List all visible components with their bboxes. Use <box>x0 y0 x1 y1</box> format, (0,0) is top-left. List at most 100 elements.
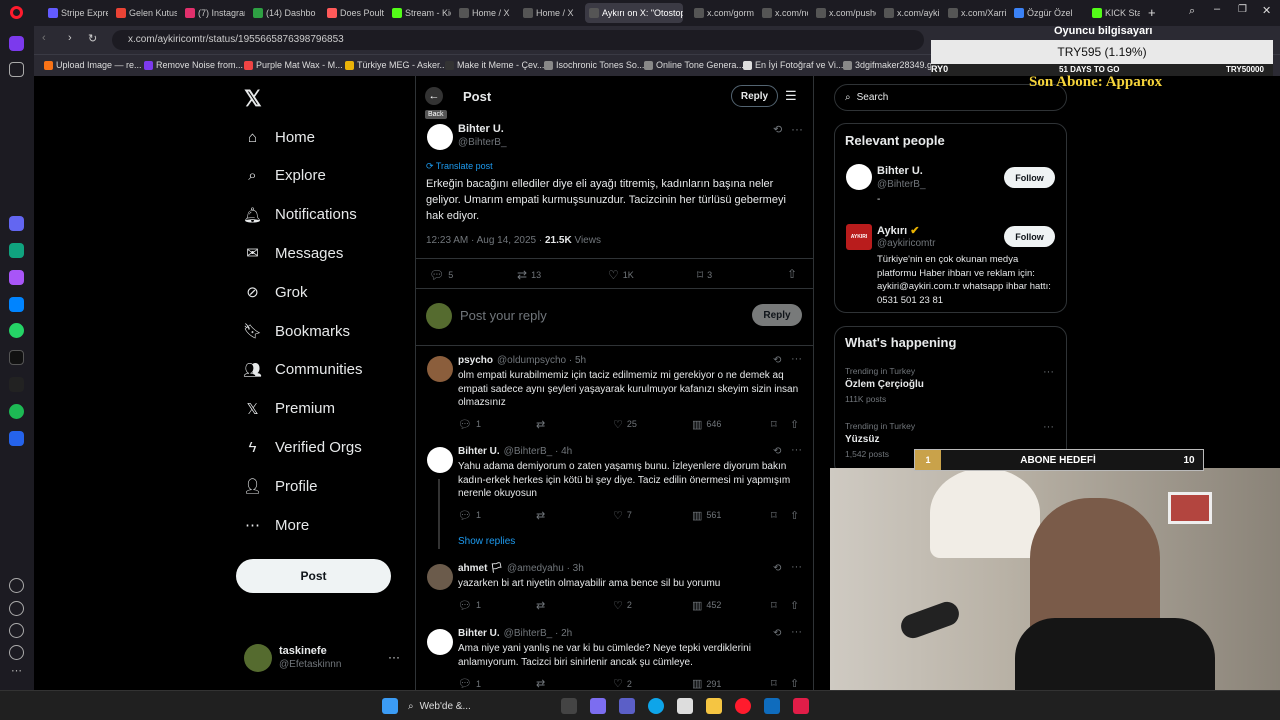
taskbar-search[interactable]: ⌕ Web'de &... <box>408 696 548 716</box>
heart-sidebar-icon[interactable] <box>9 578 24 593</box>
back-arrow-icon[interactable]: ‹ <box>42 32 46 44</box>
bookmark-item[interactable]: Upload Image — re... <box>44 60 142 70</box>
browser-tab[interactable]: (7) Instagram <box>181 3 245 23</box>
bookmark-item[interactable]: Remove Noise from... <box>144 60 243 70</box>
header-reply-button[interactable]: Reply <box>731 85 778 107</box>
url-text[interactable]: x.com/aykiricomtr/status/195566587639879… <box>128 34 344 45</box>
browser-tab[interactable]: Stream - Kick <box>388 3 451 23</box>
nav-item-communities[interactable]: 👥︎ Communities <box>243 358 363 382</box>
browser-tab[interactable]: KICK Status <box>1088 3 1140 23</box>
grok-icon[interactable]: ⟲ <box>773 563 781 574</box>
grok-icon[interactable]: ⟲ <box>773 123 782 136</box>
task-view-icon[interactable] <box>561 698 577 714</box>
filter-icon[interactable]: ☰ <box>785 88 797 104</box>
browser-tab[interactable]: Home / X <box>519 3 581 23</box>
reply-bookmark-action[interactable]: ⌑ <box>771 418 777 431</box>
browser-tab[interactable]: x.com/pushe <box>812 3 876 23</box>
nav-item-explore[interactable]: ⌕ Explore <box>244 164 326 188</box>
post-share-action[interactable]: ⇧ <box>787 267 797 281</box>
post-reply-action[interactable]: 💬︎ 5 <box>429 268 453 282</box>
reply-repost-action[interactable]: ⇄ <box>536 599 545 612</box>
post-repost-action[interactable]: ⇄ 13 <box>517 268 541 282</box>
store-icon[interactable] <box>677 698 693 714</box>
person-handle[interactable]: @BihterB_ <box>877 179 926 190</box>
reply-reply-action[interactable]: 💬︎ 1 <box>458 677 481 690</box>
aykiri-avatar[interactable]: AYKIRI <box>846 224 872 250</box>
whatsapp-sidebar-icon[interactable] <box>9 323 24 338</box>
reply-composer-input[interactable]: Post your reply <box>460 308 547 323</box>
post-timestamp[interactable]: 12:23 AM · Aug 14, 2025 · <box>426 235 545 246</box>
grok-icon[interactable]: ⟲ <box>773 628 781 639</box>
follow-button[interactable]: Follow <box>1004 226 1055 247</box>
copilot-icon[interactable] <box>590 698 606 714</box>
reply-author-handle[interactable]: @BihterB_ · 4h <box>504 446 573 457</box>
account-avatar[interactable] <box>244 644 272 672</box>
reply-reply-action[interactable]: 💬︎ 1 <box>458 418 481 431</box>
reply-like-action[interactable]: ♡ 7 <box>613 509 632 522</box>
reply-more-icon[interactable]: ··· <box>791 444 802 456</box>
reply-author-handle[interactable]: @amedyahu · 3h <box>507 563 584 574</box>
history-sidebar-icon[interactable] <box>9 601 24 616</box>
spotify-sidebar-icon[interactable] <box>9 404 24 419</box>
reply-repost-action[interactable]: ⇄ <box>536 509 545 522</box>
reply-share-action[interactable]: ⇧ <box>790 599 799 612</box>
reload-icon[interactable]: ↻ <box>88 32 97 45</box>
trend-name[interactable]: Özlem Çerçioğlu <box>845 379 924 390</box>
bookmark-item[interactable]: Make it Meme - Çev... <box>445 60 544 70</box>
tiktok-sidebar-icon[interactable] <box>9 350 24 365</box>
maximize-icon[interactable]: ❐ <box>1238 4 1247 15</box>
reply-more-icon[interactable]: ··· <box>791 561 802 573</box>
more-sidebar-icon[interactable]: ⋯ <box>11 664 22 677</box>
app-icon[interactable] <box>793 698 809 714</box>
reply-bookmark-action[interactable]: ⌑ <box>771 509 777 522</box>
reply-author-name[interactable]: Bihter U. <box>458 628 500 639</box>
reply-author-handle[interactable]: @oldumpsycho · 5h <box>497 355 586 366</box>
close-icon[interactable]: ✕ <box>1262 4 1271 17</box>
reply-like-action[interactable]: ♡ 2 <box>613 599 632 612</box>
trend-name[interactable]: Yüzsüz <box>845 434 879 445</box>
bulb-sidebar-icon[interactable] <box>9 645 24 660</box>
person-name[interactable]: Bihter U. <box>877 165 923 177</box>
trend-more-icon[interactable]: ··· <box>1043 421 1054 433</box>
browser-tab[interactable]: x.com/Xarria <box>944 3 1006 23</box>
nav-item-notifications[interactable]: 🔔︎ Notifications <box>243 203 357 227</box>
reply-share-action[interactable]: ⇧ <box>790 509 799 522</box>
browser-tab[interactable]: (14) Dashbo <box>249 3 319 23</box>
reply-repost-action[interactable]: ⇄ <box>536 418 545 431</box>
browser-tab[interactable]: Gelen Kutusu <box>112 3 177 23</box>
windows-start-icon[interactable] <box>382 698 398 714</box>
reply-author-name[interactable]: Bihter U. <box>458 446 500 457</box>
browser-tab[interactable]: Home / X <box>455 3 515 23</box>
reply-bookmark-action[interactable]: ⌑ <box>771 677 777 690</box>
bookmark-item[interactable]: En İyi Fotoğraf ve Vi... <box>743 60 843 70</box>
search-tabs-icon[interactable]: ⌕ <box>1189 5 1195 18</box>
messenger-sidebar-icon[interactable] <box>9 297 24 312</box>
show-replies-link[interactable]: Show replies <box>458 536 515 547</box>
account-more-icon[interactable]: ··· <box>388 650 400 664</box>
post-button[interactable]: Post <box>236 559 391 593</box>
reply-avatar[interactable] <box>427 356 453 382</box>
bookmark-item[interactable]: Türkiye MEG - Asker... <box>345 60 447 70</box>
browser-tab[interactable]: x.com/nocor <box>758 3 808 23</box>
teams-icon[interactable] <box>619 698 635 714</box>
reply-avatar[interactable] <box>427 629 453 655</box>
follow-button[interactable]: Follow <box>1004 167 1055 188</box>
nav-item-bookmarks[interactable]: 🔖︎ Bookmarks <box>243 319 350 343</box>
post-more-icon[interactable]: ··· <box>791 122 803 136</box>
nav-item-grok[interactable]: ⊘ Grok <box>244 280 307 304</box>
reply-like-action[interactable]: ♡ 2 <box>613 677 632 690</box>
reply-avatar[interactable] <box>427 564 453 590</box>
nav-item-home[interactable]: ⌂ Home <box>244 125 315 149</box>
minimize-icon[interactable]: – <box>1214 3 1220 15</box>
chatgpt-sidebar-icon[interactable] <box>9 243 24 258</box>
opera-logo-icon[interactable] <box>10 6 23 19</box>
player-sidebar-icon[interactable] <box>9 431 24 446</box>
settings-sidebar-icon[interactable] <box>9 623 24 638</box>
bookmark-item[interactable]: 3dgifmaker28349.gi... <box>843 60 942 70</box>
post-author-handle[interactable]: @BihterB_ <box>458 137 507 148</box>
forward-arrow-icon[interactable]: › <box>68 32 72 44</box>
reply-author-handle[interactable]: @BihterB_ · 2h <box>504 628 573 639</box>
browser-tab[interactable]: x.com/gorm <box>690 3 754 23</box>
back-button[interactable]: ← <box>425 87 443 105</box>
app-sidebar-icon[interactable] <box>9 216 24 231</box>
